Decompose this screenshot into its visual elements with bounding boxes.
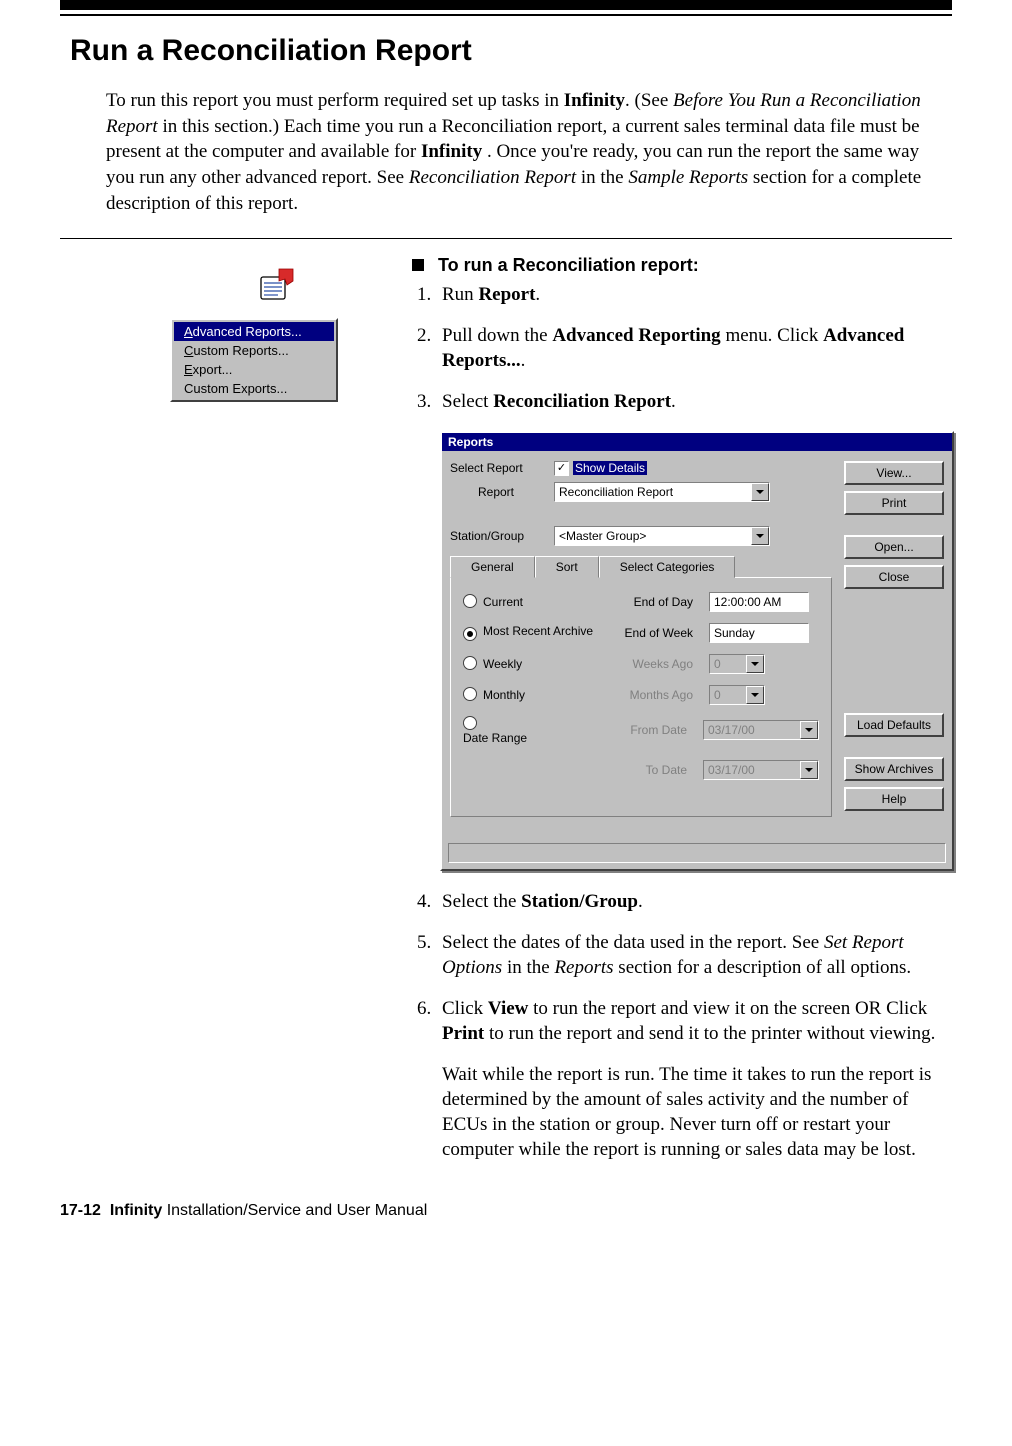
end-of-day-input[interactable]: 12:00:00 AM bbox=[709, 592, 809, 612]
show-details-label: Show Details bbox=[573, 461, 647, 475]
dropdown-icon bbox=[800, 761, 818, 779]
menu-item-advanced-reports[interactable]: Advanced Reports... bbox=[174, 322, 334, 341]
page-footer: 17-12 Infinity Installation/Service and … bbox=[60, 1202, 952, 1220]
tab-sort[interactable]: Sort bbox=[535, 556, 599, 578]
report-label: Report bbox=[450, 485, 546, 499]
show-details-checkbox[interactable]: ✓ bbox=[554, 461, 569, 476]
station-group-combo[interactable]: <Master Group> bbox=[554, 526, 770, 546]
station-group-label: Station/Group bbox=[450, 529, 546, 543]
tab-select-categories[interactable]: Select Categories bbox=[599, 556, 736, 578]
tab-general[interactable]: General bbox=[450, 556, 535, 578]
months-ago-label: Months Ago bbox=[615, 688, 693, 702]
print-button[interactable]: Print bbox=[844, 491, 944, 515]
section-separator bbox=[60, 238, 952, 239]
step-4: Select the Station/Group. bbox=[436, 889, 954, 914]
dropdown-icon bbox=[800, 721, 818, 739]
to-date-combo: 03/17/00 bbox=[703, 760, 819, 780]
load-defaults-button[interactable]: Load Defaults bbox=[844, 713, 944, 737]
dialog-titlebar: Reports bbox=[442, 433, 952, 451]
view-button[interactable]: View... bbox=[844, 461, 944, 485]
end-of-week-input[interactable]: Sunday bbox=[709, 623, 809, 643]
header-thin-rule bbox=[60, 14, 952, 16]
step-3: Select Reconciliation Report. bbox=[436, 389, 954, 414]
help-button[interactable]: Help bbox=[844, 787, 944, 811]
report-combo[interactable]: Reconciliation Report bbox=[554, 482, 770, 502]
radio-weekly[interactable] bbox=[463, 656, 477, 670]
page-title: Run a Reconciliation Report bbox=[70, 34, 952, 68]
header-black-bar bbox=[60, 0, 952, 10]
end-of-week-label: End of Week bbox=[615, 626, 693, 640]
intro-paragraph: To run this report you must perform requ… bbox=[106, 88, 952, 216]
radio-monthly[interactable] bbox=[463, 687, 477, 701]
show-archives-button[interactable]: Show Archives bbox=[844, 757, 944, 781]
dropdown-icon[interactable] bbox=[751, 483, 769, 501]
dropdown-icon bbox=[746, 686, 764, 704]
procedure-heading: To run a Reconciliation report: bbox=[412, 255, 954, 276]
end-of-day-label: End of Day bbox=[615, 595, 693, 609]
months-ago-combo: 0 bbox=[709, 685, 765, 705]
radio-date-range[interactable] bbox=[463, 716, 477, 730]
select-report-label: Select Report bbox=[450, 461, 546, 475]
menu-item-custom-reports[interactable]: Custom Reports... bbox=[174, 341, 334, 360]
step-5: Select the dates of the data used in the… bbox=[436, 930, 954, 980]
to-date-label: To Date bbox=[609, 763, 687, 777]
from-date-label: From Date bbox=[609, 723, 687, 737]
step-2: Pull down the Advanced Reporting menu. C… bbox=[436, 323, 954, 373]
close-button[interactable]: Close bbox=[844, 565, 944, 589]
open-button[interactable]: Open... bbox=[844, 535, 944, 559]
weeks-ago-combo: 0 bbox=[709, 654, 765, 674]
dropdown-icon[interactable] bbox=[751, 527, 769, 545]
wait-note-paragraph: Wait while the report is run. The time i… bbox=[442, 1062, 954, 1162]
from-date-combo: 03/17/00 bbox=[703, 720, 819, 740]
radio-most-recent-archive[interactable] bbox=[463, 627, 477, 641]
dropdown-icon bbox=[746, 655, 764, 673]
step-1: Run Report. bbox=[436, 282, 954, 307]
note-icon bbox=[170, 265, 380, 310]
step-6: Click View to run the report and view it… bbox=[436, 996, 954, 1046]
menu-item-custom-exports[interactable]: Custom Exports... bbox=[174, 379, 334, 398]
dialog-statusbar bbox=[448, 843, 946, 863]
radio-current[interactable] bbox=[463, 594, 477, 608]
weeks-ago-label: Weeks Ago bbox=[615, 657, 693, 671]
general-tab-panel: Current End of Day 12:00:00 AM Most Rece… bbox=[450, 577, 832, 817]
menu-item-export[interactable]: Export... bbox=[174, 360, 334, 379]
reports-dialog: Reports Select Report ✓ Show Details bbox=[440, 431, 954, 871]
square-bullet-icon bbox=[412, 259, 424, 271]
context-menu: Advanced Reports... Custom Reports... Ex… bbox=[170, 318, 338, 402]
